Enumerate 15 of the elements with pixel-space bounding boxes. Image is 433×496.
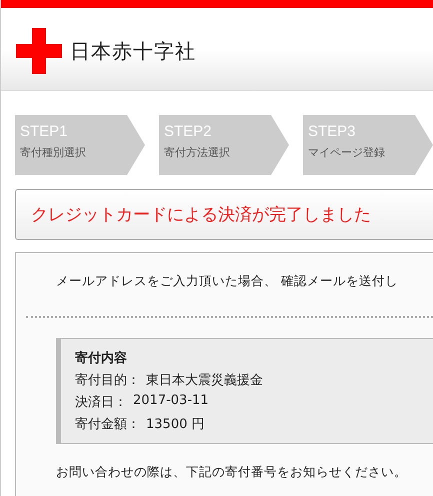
detail-value: 2017-03-11 [133,393,209,410]
detail-value: 13500 円 [146,416,204,433]
step-label: 寄付種別選択 [20,145,86,160]
cross-icon [16,28,62,74]
detail-label: 決済日： [75,394,127,411]
notice-text: メールアドレスをご入力頂いた場合、 確認メールを送付し [56,273,399,290]
status-title: クレジットカードによる決済が完了しました [31,204,371,226]
inquiry-text: お問い合わせの際は、下記の寄付番号をお知らせください。 [56,464,408,481]
step-label: マイページ登録 [308,145,385,160]
step-label: 寄付方法選択 [164,145,230,160]
detail-label: 寄付目的： [75,372,140,389]
logo-text: 日本赤十字社 [70,38,196,64]
detail-value: 東日本大震災義援金 [146,372,263,389]
detail-label: 寄付金額： [75,416,140,433]
details-heading: 寄付内容 [75,350,127,367]
